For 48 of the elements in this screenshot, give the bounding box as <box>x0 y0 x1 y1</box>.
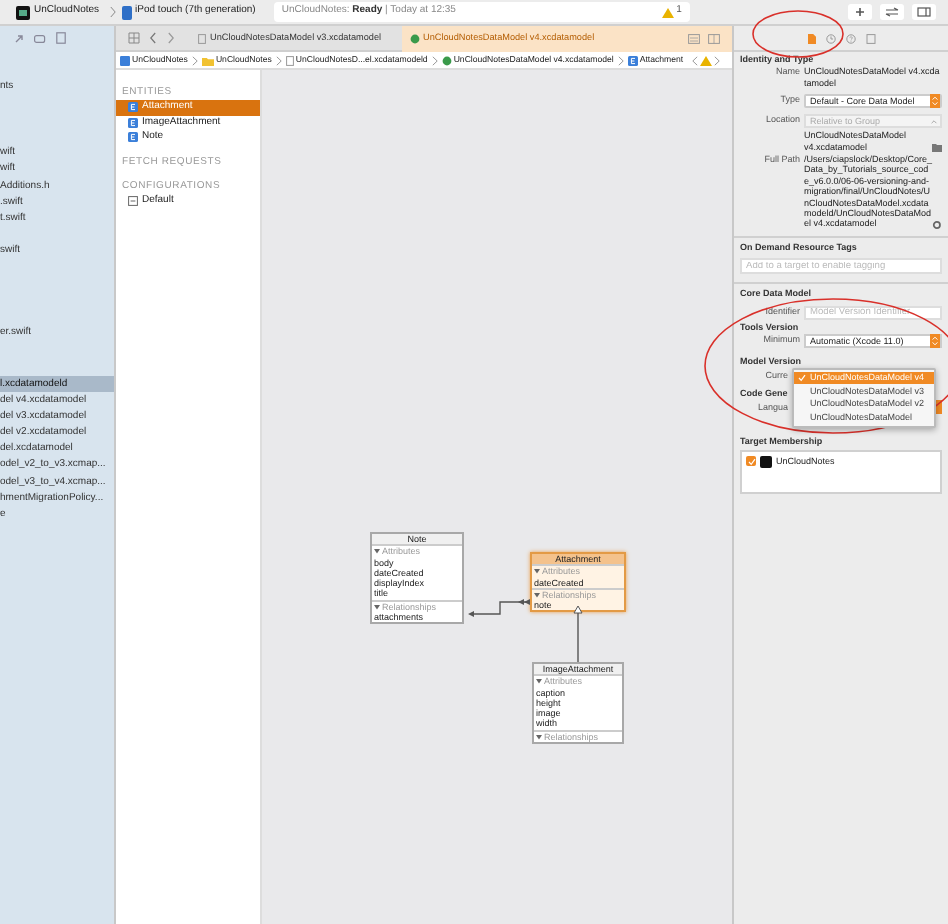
grid-icon[interactable] <box>128 32 140 44</box>
stepper-icon <box>930 94 940 109</box>
disclosure-icon[interactable] <box>374 603 380 610</box>
entity-icon <box>128 132 138 143</box>
forward-button[interactable] <box>168 32 174 44</box>
project-icon <box>120 55 130 65</box>
disclosure-icon[interactable] <box>534 568 540 575</box>
inheritance-arrow <box>572 606 584 662</box>
chevron-icon <box>617 55 624 65</box>
model-icon <box>441 55 452 65</box>
app-icon <box>16 5 30 19</box>
disclosure-icon[interactable] <box>536 678 542 685</box>
stepper-icon[interactable] <box>932 400 942 415</box>
help-icon[interactable] <box>845 33 855 43</box>
reveal-icon[interactable] <box>932 219 942 230</box>
swap-icon[interactable] <box>880 4 904 20</box>
checkmark-icon <box>798 373 806 382</box>
chevron-icon <box>275 55 282 65</box>
document-icon <box>285 55 294 65</box>
device-icon <box>121 5 132 19</box>
annotation-circle <box>752 10 844 58</box>
chevron-icon <box>431 55 438 65</box>
entity-icon <box>128 117 138 128</box>
file-inspector-icon[interactable] <box>807 33 815 43</box>
add-icon[interactable] <box>848 4 872 20</box>
warning-icon <box>662 7 675 17</box>
split-icon[interactable] <box>708 33 720 43</box>
back-button[interactable] <box>150 32 156 44</box>
disclosure-icon[interactable] <box>374 548 380 555</box>
history-icon[interactable] <box>825 33 835 43</box>
app-icon <box>760 455 772 468</box>
relationship-connector <box>468 594 530 618</box>
document-icon[interactable] <box>865 33 875 43</box>
folder-icon[interactable] <box>932 144 942 153</box>
chevron-icon <box>191 55 198 65</box>
disclosure-icon[interactable] <box>534 592 540 599</box>
breakpoint-icon[interactable] <box>14 33 24 43</box>
chevron-icon <box>109 6 116 18</box>
lines-icon[interactable] <box>688 33 700 43</box>
entity-icon <box>128 102 138 113</box>
configuration-icon <box>128 195 138 206</box>
checkbox[interactable] <box>746 456 756 467</box>
panel-icon[interactable] <box>912 4 936 20</box>
disclosure-icon[interactable] <box>536 733 542 740</box>
stepper-icon <box>930 334 940 349</box>
issue-navigator[interactable] <box>691 55 720 65</box>
document-icon <box>198 33 206 43</box>
model-icon <box>409 33 420 43</box>
